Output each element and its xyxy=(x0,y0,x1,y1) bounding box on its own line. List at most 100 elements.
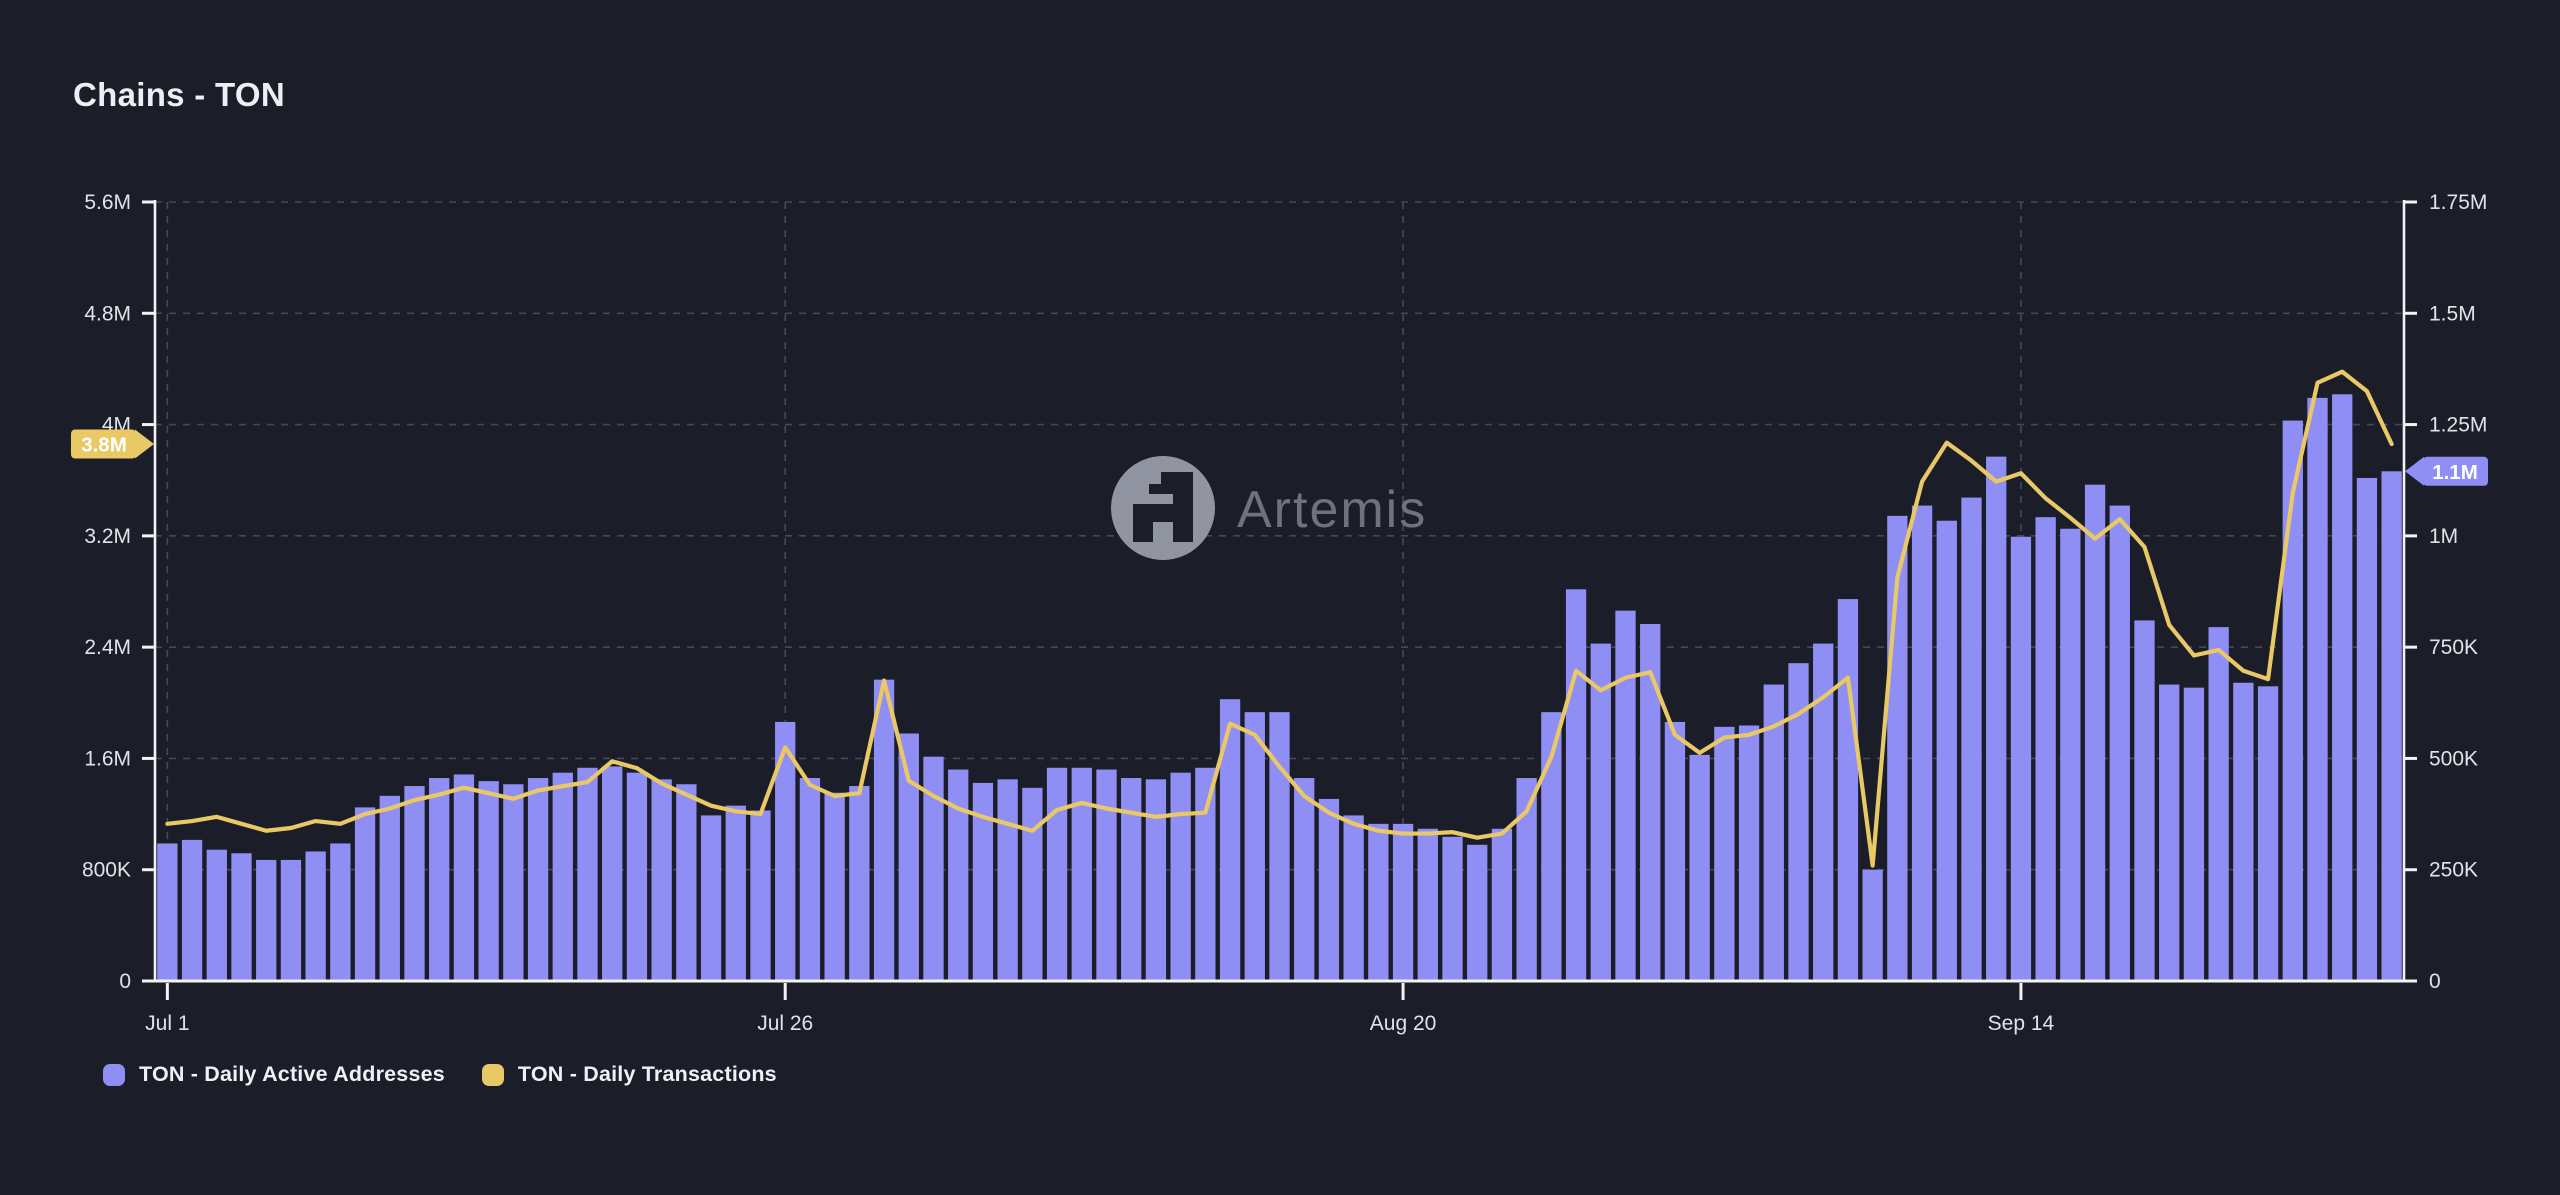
bar[interactable] xyxy=(1689,755,1709,981)
bar[interactable] xyxy=(800,778,820,981)
svg-text:1.1M: 1.1M xyxy=(2432,461,2478,484)
svg-text:0: 0 xyxy=(2429,970,2441,993)
bar[interactable] xyxy=(2085,485,2105,981)
bar[interactable] xyxy=(553,773,573,981)
bar[interactable] xyxy=(1566,589,1586,981)
bar[interactable] xyxy=(1838,599,1858,981)
svg-text:Aug 20: Aug 20 xyxy=(1370,1012,1437,1035)
bar[interactable] xyxy=(182,840,202,981)
bar[interactable] xyxy=(2011,537,2031,981)
bar[interactable] xyxy=(2381,471,2401,981)
svg-text:2.4M: 2.4M xyxy=(84,636,131,659)
bar[interactable] xyxy=(2208,627,2228,981)
legend-label: TON - Daily Transactions xyxy=(518,1062,777,1087)
bar[interactable] xyxy=(651,779,671,981)
active-addresses-swatch-icon xyxy=(103,1064,125,1086)
bar[interactable] xyxy=(1343,815,1363,981)
svg-text:1.75M: 1.75M xyxy=(2429,191,2487,214)
bar[interactable] xyxy=(701,815,721,981)
bar[interactable] xyxy=(627,773,647,981)
svg-text:3.8M: 3.8M xyxy=(81,434,127,457)
bar[interactable] xyxy=(997,779,1017,981)
bar[interactable] xyxy=(2332,394,2352,981)
bar[interactable] xyxy=(207,850,227,981)
bar[interactable] xyxy=(355,807,375,981)
bar[interactable] xyxy=(404,786,424,981)
bar[interactable] xyxy=(1121,778,1141,981)
bar[interactable] xyxy=(305,851,325,981)
bar[interactable] xyxy=(1195,768,1215,981)
bar[interactable] xyxy=(1986,457,2006,981)
bar[interactable] xyxy=(2035,517,2055,981)
bar[interactable] xyxy=(231,853,251,981)
bar[interactable] xyxy=(899,734,919,981)
bar[interactable] xyxy=(1615,611,1635,981)
svg-text:800K: 800K xyxy=(82,859,131,882)
bar[interactable] xyxy=(1665,722,1685,981)
svg-text:Sep 14: Sep 14 xyxy=(1988,1012,2055,1035)
bar[interactable] xyxy=(281,860,301,981)
bar[interactable] xyxy=(1245,712,1265,981)
bar[interactable] xyxy=(1022,788,1042,981)
bar[interactable] xyxy=(1146,779,1166,981)
bar[interactable] xyxy=(602,766,622,981)
bar[interactable] xyxy=(1170,773,1190,981)
legend-item-active-addresses[interactable]: TON - Daily Active Addresses xyxy=(103,1062,445,1087)
bar[interactable] xyxy=(478,781,498,981)
bar[interactable] xyxy=(577,768,597,981)
bar[interactable] xyxy=(2307,398,2327,981)
bar[interactable] xyxy=(2258,686,2278,981)
addresses-last-value-tag: 1.1M xyxy=(2405,457,2488,486)
bar[interactable] xyxy=(726,806,746,981)
bar[interactable] xyxy=(676,784,696,981)
bar[interactable] xyxy=(1269,712,1289,981)
svg-text:500K: 500K xyxy=(2429,747,2478,770)
bar[interactable] xyxy=(256,860,276,981)
bar[interactable] xyxy=(1368,824,1388,981)
bar[interactable] xyxy=(2184,688,2204,981)
bar[interactable] xyxy=(2110,506,2130,981)
bar[interactable] xyxy=(2357,478,2377,981)
bar[interactable] xyxy=(2159,685,2179,981)
bar[interactable] xyxy=(2060,529,2080,981)
bar[interactable] xyxy=(1862,870,1882,981)
bar[interactable] xyxy=(454,774,474,981)
bar[interactable] xyxy=(1961,498,1981,981)
bar[interactable] xyxy=(429,778,449,981)
bar[interactable] xyxy=(1096,770,1116,981)
bar[interactable] xyxy=(2134,620,2154,981)
bar[interactable] xyxy=(1072,768,1092,981)
bar[interactable] xyxy=(157,843,177,981)
bar[interactable] xyxy=(330,843,350,981)
bar[interactable] xyxy=(948,770,968,981)
bar[interactable] xyxy=(1591,644,1611,981)
bar[interactable] xyxy=(1418,829,1438,981)
bar[interactable] xyxy=(824,793,844,981)
bar[interactable] xyxy=(1294,778,1314,981)
legend-item-transactions[interactable]: TON - Daily Transactions xyxy=(482,1062,777,1087)
svg-text:Jul 26: Jul 26 xyxy=(757,1012,813,1035)
chart-canvas[interactable]: Artemis 0800K1.6M2.4M3.2M4M4.8M5.6M 0250K5… xyxy=(0,0,2560,1195)
bar[interactable] xyxy=(1714,727,1734,981)
bar[interactable] xyxy=(1393,824,1413,981)
bar[interactable] xyxy=(1912,506,1932,981)
bar[interactable] xyxy=(1739,725,1759,981)
svg-text:4.8M: 4.8M xyxy=(84,302,131,325)
bar[interactable] xyxy=(1442,837,1462,981)
bar[interactable] xyxy=(1937,521,1957,981)
bar[interactable] xyxy=(528,778,548,981)
bar[interactable] xyxy=(380,796,400,981)
bar[interactable] xyxy=(503,784,523,981)
bar[interactable] xyxy=(874,680,894,981)
bar[interactable] xyxy=(750,811,770,981)
artemis-watermark: Artemis xyxy=(1111,456,1427,560)
svg-text:Artemis: Artemis xyxy=(1237,481,1427,539)
bar[interactable] xyxy=(1492,829,1512,981)
bar[interactable] xyxy=(2233,683,2253,981)
bar[interactable] xyxy=(1319,799,1339,981)
y-axis-left: 0800K1.6M2.4M3.2M4M4.8M5.6M xyxy=(82,191,154,993)
y-axis-right: 0250K500K750K1M1.25M1.5M1.75M xyxy=(2405,191,2487,993)
bar[interactable] xyxy=(1047,768,1067,981)
bar[interactable] xyxy=(1467,845,1487,981)
bar[interactable] xyxy=(849,786,869,981)
